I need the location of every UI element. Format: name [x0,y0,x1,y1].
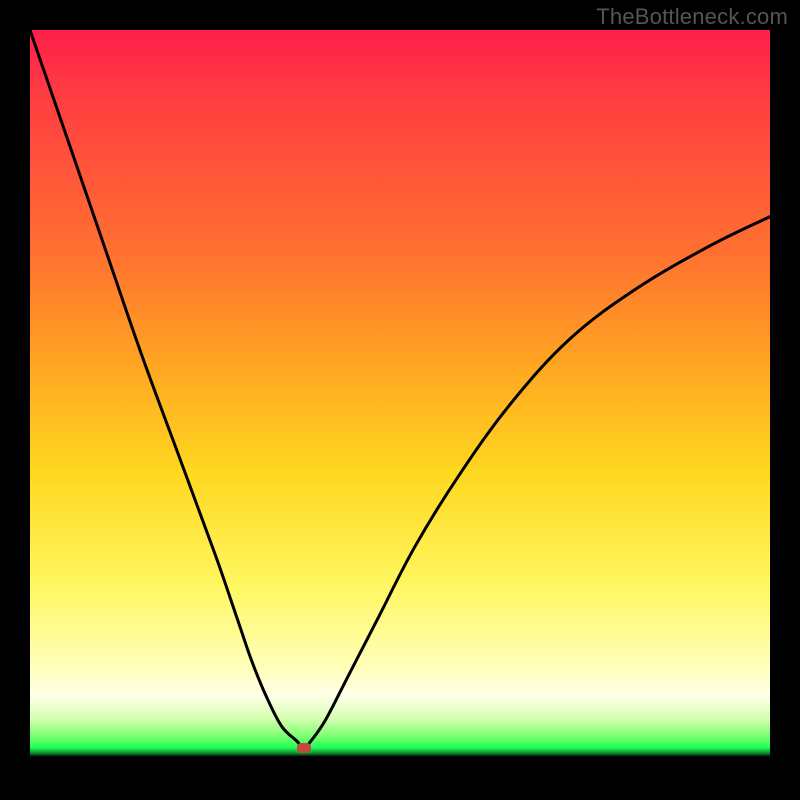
minimum-marker [297,743,311,753]
chart-frame: TheBottleneck.com [0,0,800,800]
curve-svg [30,30,770,770]
plot-area [30,30,770,770]
watermark-text: TheBottleneck.com [596,4,788,30]
bottleneck-curve [30,30,770,748]
